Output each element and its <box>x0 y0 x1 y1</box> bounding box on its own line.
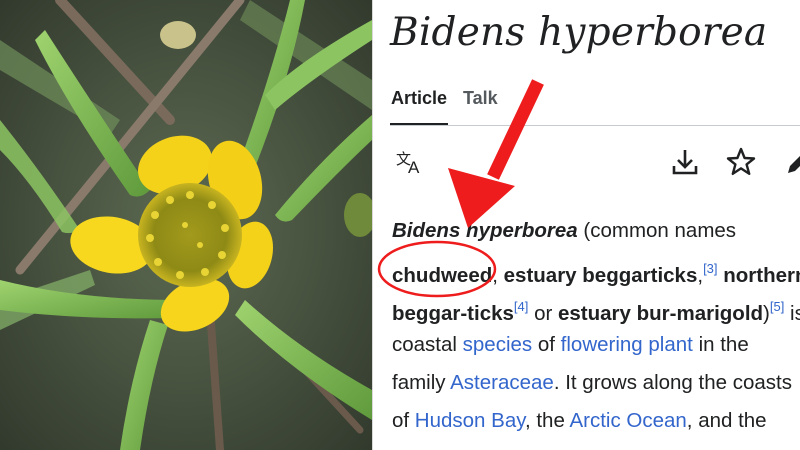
body-line-1: Bidens hyperborea (common names <box>392 219 737 242</box>
star-icon[interactable] <box>721 142 761 182</box>
svg-text:A: A <box>408 158 420 177</box>
flower-illustration <box>0 0 372 450</box>
body-line-2: chudweed, estuary beggarticks,[3] northe… <box>392 250 800 288</box>
asteraceae-link[interactable]: Asteraceae <box>450 371 554 394</box>
body-line-4: coastal species of flowering plant in th… <box>392 333 749 356</box>
arctic-ocean-link[interactable]: Arctic Ocean <box>569 409 686 432</box>
article-panel: Bidens hyperborea Article Talk 文 A Biden… <box>373 0 800 450</box>
body-line-5: family Asteraceae. It grows along the co… <box>392 371 792 394</box>
common-name-northern: northern <box>717 264 800 287</box>
tab-talk[interactable]: Talk <box>463 88 498 109</box>
translate-icon[interactable]: 文 A <box>390 142 430 182</box>
reference-4-link[interactable]: [4] <box>514 299 528 314</box>
plant-photo <box>0 0 372 450</box>
tabs-divider <box>390 125 800 126</box>
tab-article[interactable]: Article <box>391 88 447 109</box>
species-link[interactable]: species <box>463 333 533 356</box>
download-icon[interactable] <box>665 142 705 182</box>
reference-5-link[interactable]: [5] <box>770 299 784 314</box>
common-name-chudweed: chudweed <box>392 264 493 287</box>
common-name-estuary-beggarticks: estuary beggarticks <box>503 264 698 287</box>
common-name-estuary-bur-marigold: estuary bur-marigold <box>558 302 764 325</box>
hudson-bay-link[interactable]: Hudson Bay <box>415 409 525 432</box>
page-title: Bidens hyperborea <box>390 10 768 55</box>
article-body: Bidens hyperborea (common names chudweed… <box>392 212 800 440</box>
body-line-6: of Hudson Bay, the Arctic Ocean, and the <box>392 409 767 432</box>
reference-3-link[interactable]: [3] <box>703 261 717 276</box>
common-name-beggar-ticks: beggar-ticks <box>392 302 514 325</box>
body-line-3: beggar-ticks[4] or estuary bur-marigold)… <box>392 299 800 325</box>
flowering-plant-link[interactable]: flowering plant <box>561 333 693 356</box>
edit-icon[interactable] <box>778 142 800 182</box>
species-name-bold: Bidens hyperborea <box>392 219 578 242</box>
